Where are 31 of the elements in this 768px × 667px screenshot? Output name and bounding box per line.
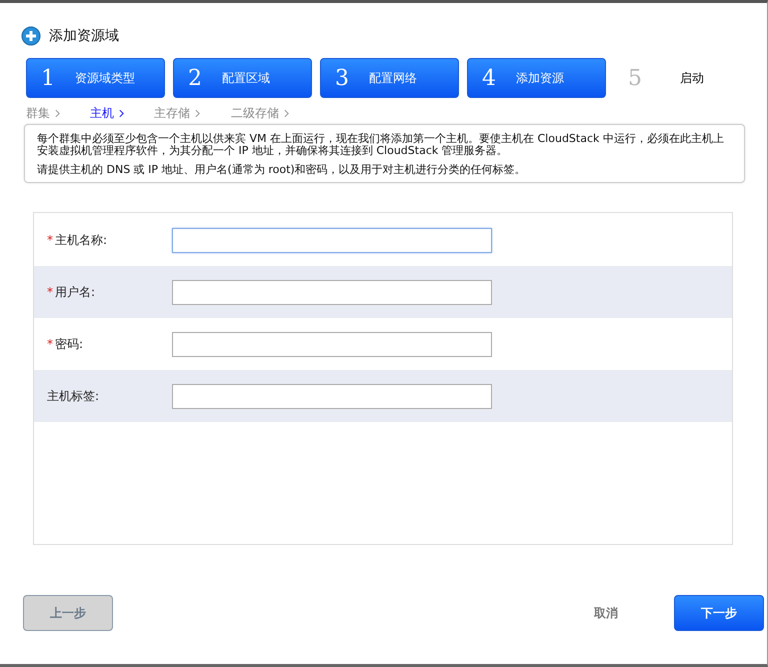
field-label: 密码: <box>55 336 84 352</box>
input-field[interactable] <box>172 228 492 252</box>
wizard-step[interactable]: 2 配置区域 <box>173 58 312 98</box>
field-label: 用户名: <box>55 284 96 300</box>
input-field[interactable] <box>172 384 492 408</box>
info-text: 每个群集中必须至少包含一个主机以供来宾 VM 在上面运行，现在我们将添加第一个主机。要使主机在 CloudStack 中运行，必须在此主机上安装虚拟机管理程序软件，为其分配一个 IP 地址，并确保将其连接到 CloudStack 管理服务器。 <box>37 133 725 157</box>
back-button[interactable]: 上一步 <box>23 595 113 631</box>
chevron-icon <box>55 108 60 118</box>
required-mark: * <box>47 285 53 299</box>
wizard-step[interactable]: 1 资源域类型 <box>26 58 165 98</box>
substep-tab[interactable]: 主机 <box>90 104 114 122</box>
required-mark: * <box>47 337 53 351</box>
field-label: 主机标签: <box>47 388 100 404</box>
substep-tab[interactable]: 二级存储 <box>231 104 279 122</box>
chevron-icon <box>195 108 200 118</box>
info-text: 请提供主机的 DNS 或 IP 地址、用户名(通常为 root)和密码，以及用于对主机进行分类的任何标签。 <box>37 164 527 176</box>
substep-tab[interactable]: 群集 <box>26 104 50 122</box>
required-mark: * <box>47 233 53 247</box>
add-icon <box>21 26 41 46</box>
field-label: 主机名称: <box>55 232 108 248</box>
substep-tab[interactable]: 主存储 <box>154 104 190 122</box>
dialog-title: 添加资源域 <box>49 27 119 45</box>
cancel-button[interactable]: 取消 <box>594 604 618 622</box>
input-field[interactable] <box>172 280 492 304</box>
wizard-step[interactable]: 5 启动 <box>614 58 753 98</box>
wizard-step[interactable]: 3 配置网络 <box>320 58 459 98</box>
chevron-icon <box>119 108 124 118</box>
input-field[interactable] <box>172 332 492 356</box>
next-button[interactable]: 下一步 <box>674 595 764 631</box>
wizard-step[interactable]: 4 添加资源 <box>467 58 606 98</box>
chevron-icon <box>284 108 289 118</box>
